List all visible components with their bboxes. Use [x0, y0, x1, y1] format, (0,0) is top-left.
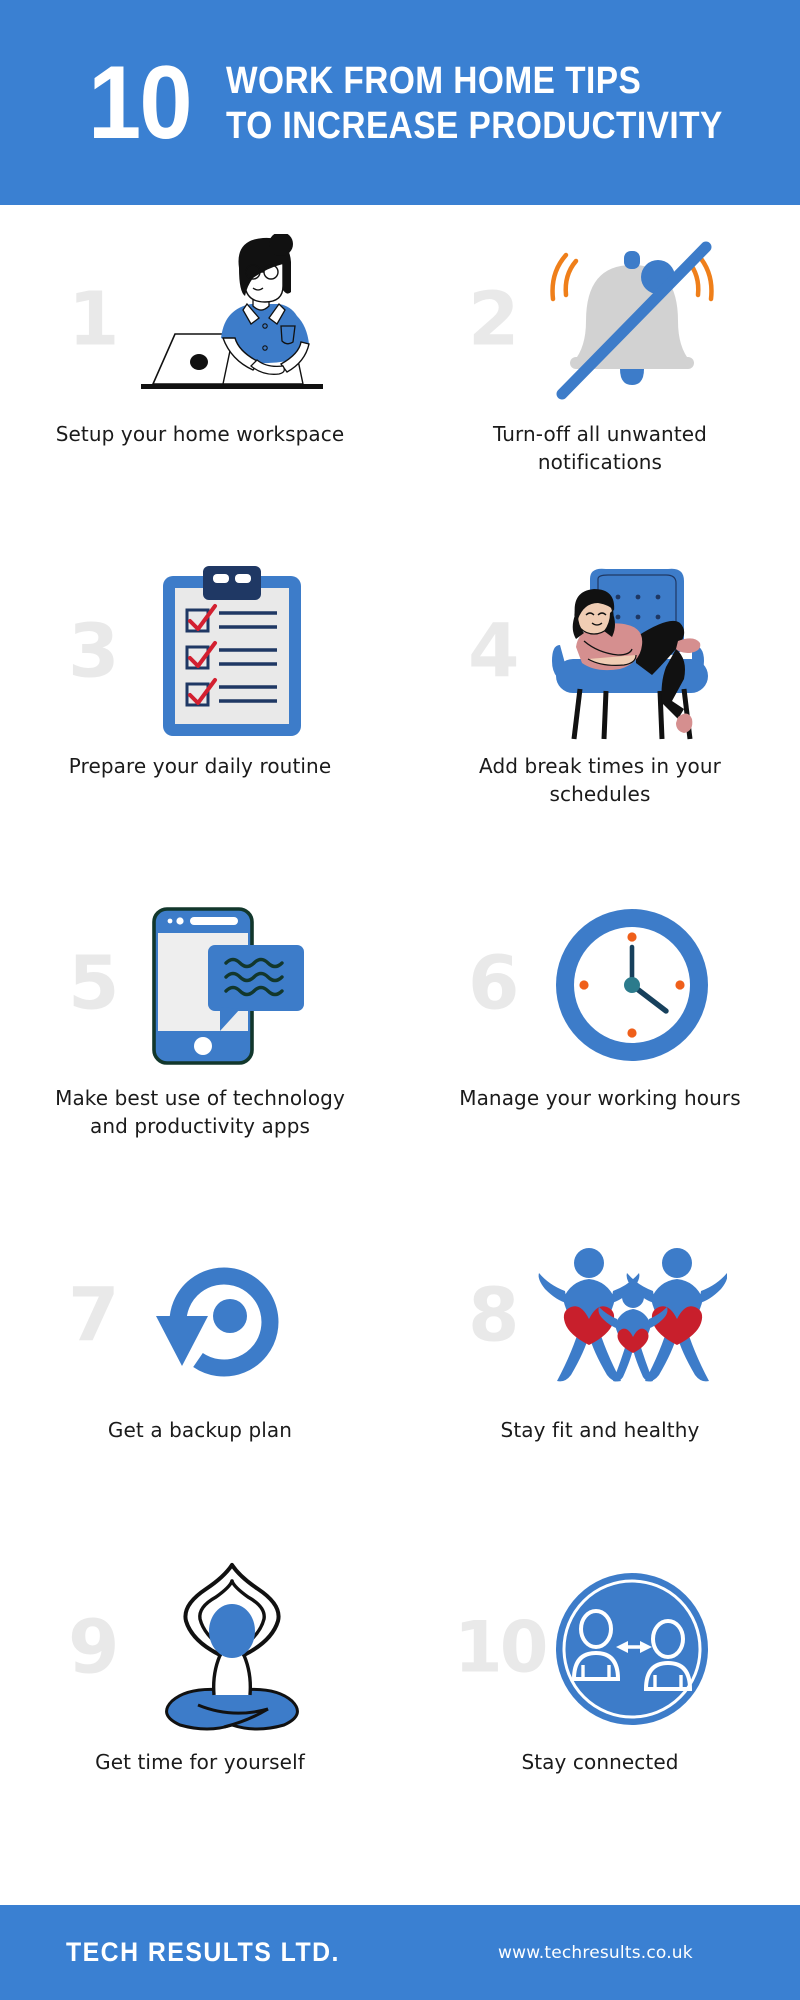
tip-card-7: 7 Get a backup plan — [0, 1201, 400, 1533]
tip-number-9: 9 — [68, 1604, 119, 1691]
woman-relaxing-in-armchair-icon — [518, 559, 746, 747]
tip-label-8: Stay fit and healthy — [500, 1418, 700, 1442]
tip-visual-4: 4 — [450, 559, 750, 747]
tip-card-2: 2 Turn-off all unwanted notifications — [400, 205, 800, 537]
yoga-meditation-icon — [118, 1555, 346, 1743]
tip-visual-1: 1 — [50, 227, 350, 415]
footer-brand: TECH RESULTS LTD. — [66, 1937, 340, 1967]
tip-card-3: 3 Prepare your daily routine — [0, 537, 400, 869]
woman-at-laptop-icon — [118, 227, 346, 415]
tip-number-6: 6 — [468, 940, 519, 1027]
tip-number-2: 2 — [468, 276, 519, 363]
header-title-line-2: TO INCREASE PRODUCTIVITY — [225, 104, 723, 147]
footer-banner: TECH RESULTS LTD. www.techresults.co.uk — [0, 1905, 800, 2000]
tip-visual-2: 2 — [450, 227, 750, 415]
tip-visual-6: 6 — [450, 891, 750, 1079]
tip-visual-8: 8 — [450, 1223, 750, 1411]
tip-visual-3: 3 — [50, 559, 350, 747]
family-hearts-icon — [518, 1223, 746, 1411]
tip-label-5: Make best use of technology and producti… — [55, 1086, 345, 1138]
tip-card-6: 6 Manage your working hours — [400, 869, 800, 1201]
tip-number-7: 7 — [68, 1272, 119, 1359]
tip-number-4: 4 — [468, 608, 519, 695]
tip-number-8: 8 — [468, 1272, 519, 1359]
header-banner: 10 WORK FROM HOME TIPS TO INCREASE PRODU… — [0, 0, 800, 205]
tip-label-2: Turn-off all unwanted notifications — [493, 422, 707, 474]
footer-url[interactable]: www.techresults.co.uk — [498, 1943, 693, 1963]
infographic-page: 10 WORK FROM HOME TIPS TO INCREASE PRODU… — [0, 0, 800, 2000]
tip-label-3: Prepare your daily routine — [68, 754, 332, 778]
tip-label-7: Get a backup plan — [107, 1418, 293, 1442]
two-people-connected-icon — [518, 1555, 746, 1743]
bell-muted-icon — [518, 227, 746, 415]
tip-card-5: 5 Make best use of technology and produc… — [0, 869, 400, 1201]
header-title-line-1: WORK FROM HOME TIPS — [225, 59, 641, 102]
tip-label-9: Get time for yourself — [95, 1750, 305, 1774]
tip-card-9: 9 Get time for yourself — [0, 1533, 400, 1865]
tip-card-10: 10 Stay connected — [400, 1533, 800, 1865]
tip-card-1: 1 Setup your home workspace — [0, 205, 400, 537]
tip-visual-10: 10 — [450, 1555, 750, 1743]
clipboard-checklist-icon — [118, 559, 346, 747]
tip-visual-9: 9 — [50, 1555, 350, 1743]
tip-visual-7: 7 — [50, 1223, 350, 1411]
tip-label-4: Add break times in your schedules — [479, 754, 721, 806]
tip-card-8: 8 Stay fit and healthy — [400, 1201, 800, 1533]
tip-number-1: 1 — [68, 276, 119, 363]
restore-backup-arrow-icon — [118, 1223, 346, 1411]
tip-visual-5: 5 — [50, 891, 350, 1079]
tip-number-3: 3 — [68, 608, 119, 695]
tips-grid: 1 Setup your home workspace 2 Turn-off a… — [0, 205, 800, 1865]
tip-card-4: 4 Add break times in your schedules — [400, 537, 800, 869]
tip-number-5: 5 — [68, 940, 119, 1027]
wall-clock-icon — [518, 891, 746, 1079]
header-big-number: 10 — [88, 44, 193, 161]
tip-label-10: Stay connected — [521, 1750, 679, 1774]
smartphone-chat-bubble-icon — [118, 891, 346, 1079]
header-title: WORK FROM HOME TIPS TO INCREASE PRODUCTI… — [226, 58, 790, 147]
tip-label-1: Setup your home workspace — [55, 422, 345, 446]
tip-label-6: Manage your working hours — [459, 1086, 741, 1110]
